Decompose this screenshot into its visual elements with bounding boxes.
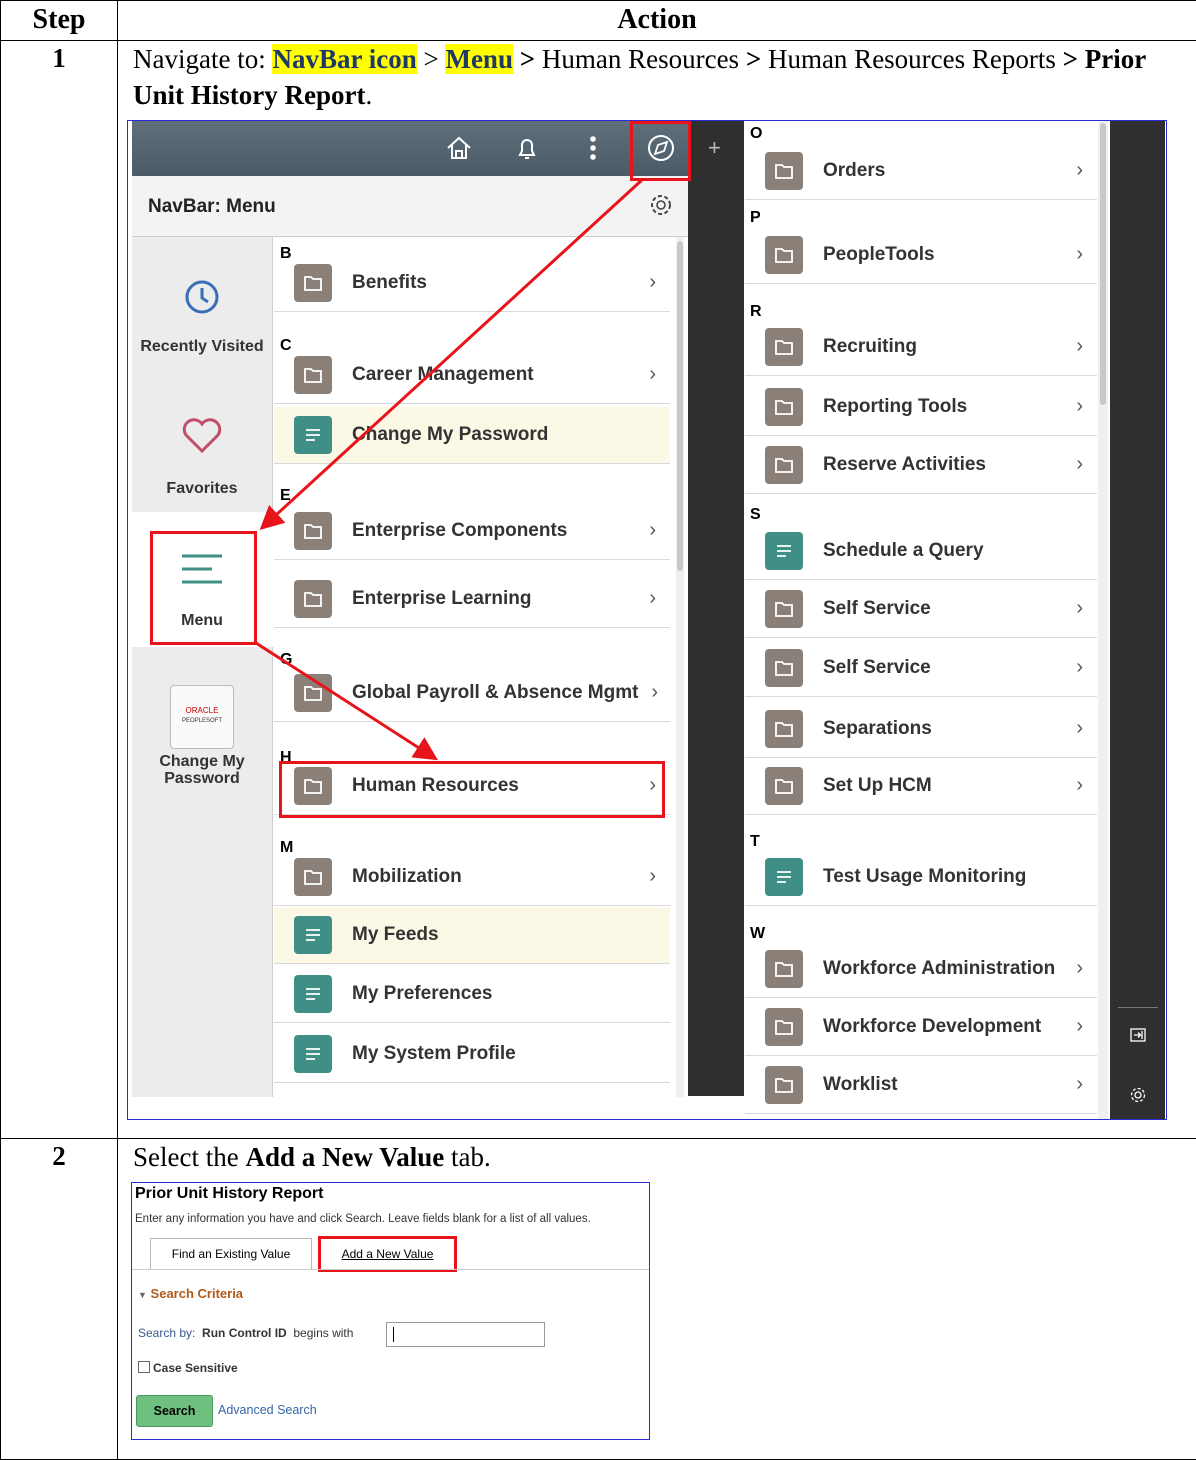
triangle-down-icon: ▼ xyxy=(138,1290,147,1300)
advanced-search-link[interactable]: Advanced Search xyxy=(218,1403,317,1417)
action-header: Action xyxy=(118,1,1196,41)
checkbox-icon xyxy=(138,1361,150,1373)
search-button[interactable]: Search xyxy=(136,1395,213,1427)
search-by-row: Search by: Run Control ID begins with xyxy=(138,1326,353,1340)
step-header: Step xyxy=(1,1,118,41)
tab-add-new-value[interactable]: Add a New Value xyxy=(318,1236,457,1272)
step-2-number: 2 xyxy=(1,1139,118,1460)
page-instructions: Enter any information you have and click… xyxy=(135,1213,591,1225)
navbar-screenshot: + NavBar: Menu Recently Visited Favorite… xyxy=(127,120,1167,1120)
navbar-icon-highlight: NavBar icon xyxy=(272,44,416,74)
tab-find-existing-value[interactable]: Find an Existing Value xyxy=(150,1238,312,1270)
annotation-arrows xyxy=(128,121,1166,1119)
step-1-number: 1 xyxy=(1,41,118,1139)
run-control-id-input[interactable] xyxy=(386,1322,545,1347)
menu-highlight: Menu xyxy=(445,44,513,74)
search-criteria-toggle[interactable]: ▼ Search Criteria xyxy=(138,1286,243,1301)
page-title: Prior Unit History Report xyxy=(135,1185,323,1203)
search-page-screenshot: Prior Unit History Report Enter any info… xyxy=(131,1182,650,1440)
case-sensitive-checkbox[interactable]: Case Sensitive xyxy=(138,1361,238,1375)
